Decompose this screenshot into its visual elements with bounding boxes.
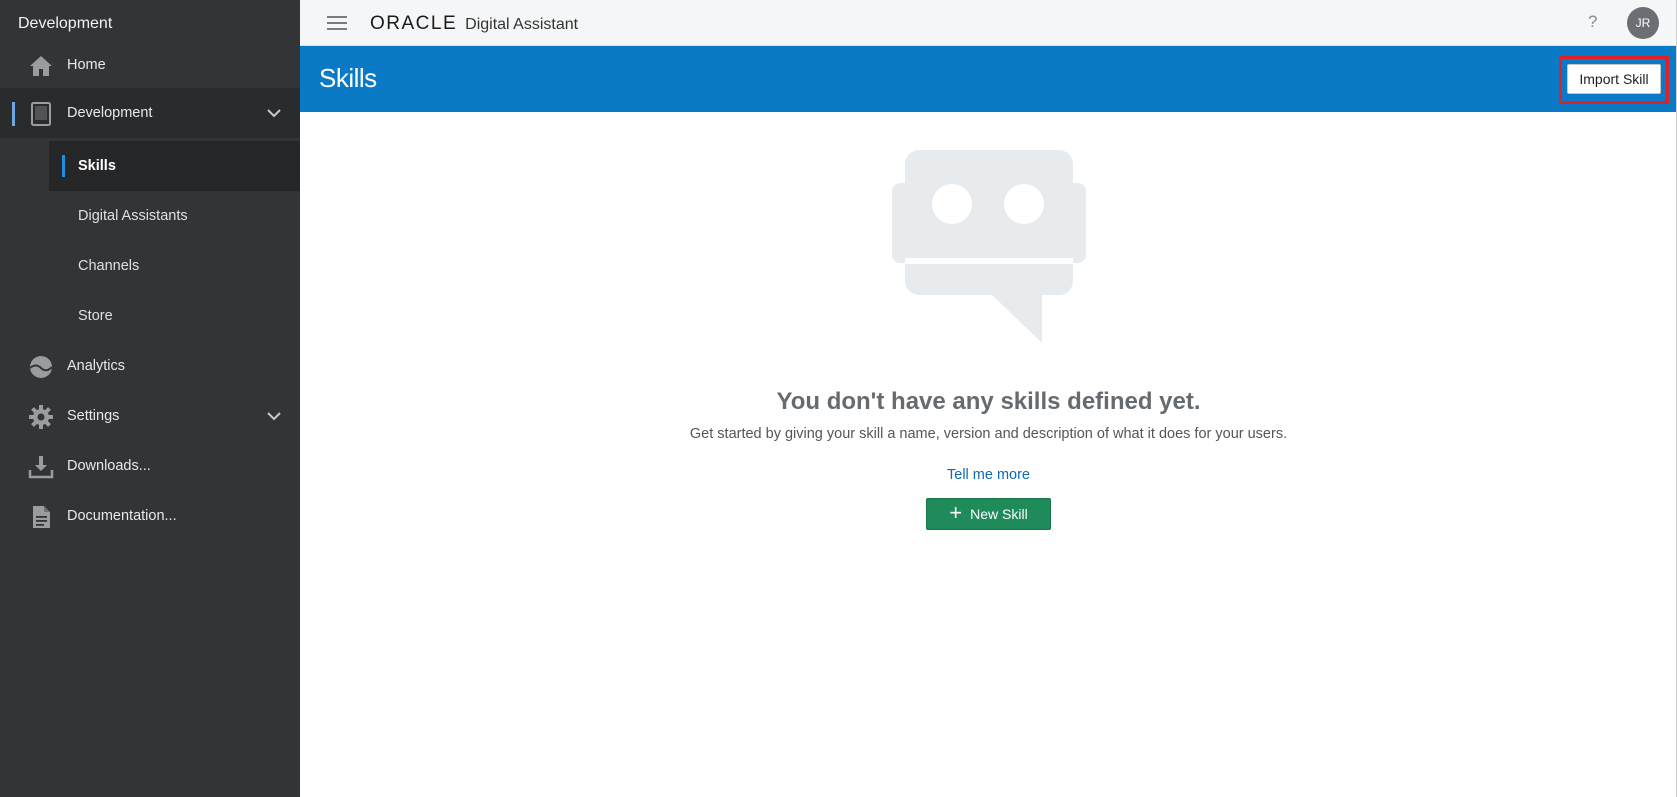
robot-chat-illustration [892, 150, 1086, 346]
empty-state-description: Get started by giving your skill a name,… [689, 426, 1288, 442]
sidebar-subitem-channels[interactable]: Channels [0, 241, 300, 291]
import-skill-button[interactable]: Import Skill [1567, 64, 1661, 94]
sidebar-subitem-label: Digital Assistants [78, 208, 188, 224]
tell-me-more-link[interactable]: Tell me more [300, 467, 1677, 483]
sidebar-item-documentation[interactable]: Documentation... [0, 491, 300, 541]
tablet-icon [28, 101, 54, 127]
sidebar-item-development[interactable]: Development [0, 88, 300, 138]
document-icon [28, 504, 54, 530]
avatar[interactable]: JR [1627, 7, 1659, 39]
sidebar-subitem-skills[interactable]: Skills [49, 141, 300, 191]
help-icon[interactable]: ? [1588, 12, 1597, 32]
sidebar-item-label: Documentation... [67, 508, 177, 524]
page-title: Skills [319, 63, 377, 93]
product-name: Digital Assistant [465, 16, 579, 33]
sidebar-item-label: Development [67, 105, 153, 121]
download-icon [28, 454, 54, 480]
chevron-down-icon[interactable] [266, 408, 282, 424]
top-header: ORACLE Digital Assistant ? JR [300, 0, 1677, 46]
page-titlebar: Skills Import Skill [300, 46, 1677, 112]
sidebar-item-analytics[interactable]: Analytics [0, 341, 300, 391]
plus-icon: + [949, 500, 963, 525]
sidebar-item-home[interactable]: Home [0, 40, 300, 90]
hamburger-menu-icon[interactable] [327, 16, 347, 30]
sidebar-item-label: Downloads... [67, 458, 151, 474]
brand-logo: ORACLE Digital Assistant [370, 13, 578, 35]
sidebar-subitem-label: Store [78, 308, 113, 324]
sidebar-subitem-store[interactable]: Store [0, 291, 300, 341]
sidebar-item-label: Analytics [67, 358, 126, 374]
sidebar-subitem-digital-assistants[interactable]: Digital Assistants [0, 191, 300, 241]
new-skill-label: New Skill [970, 506, 1028, 522]
gear-icon [28, 404, 54, 430]
empty-state-heading: You don't have any skills defined yet. [776, 388, 1201, 415]
sidebar-item-label: Settings [67, 408, 120, 424]
chevron-down-icon[interactable] [266, 105, 282, 121]
sidebar: Development Home Development Skills Digi… [0, 0, 300, 797]
sidebar-item-downloads[interactable]: Downloads... [0, 441, 300, 491]
analytics-icon [28, 354, 54, 380]
sidebar-item-label: Home [67, 57, 106, 73]
sidebar-item-settings[interactable]: Settings [0, 391, 300, 441]
sidebar-subitem-label: Skills [78, 158, 116, 174]
new-skill-button[interactable]: + New Skill [926, 498, 1051, 530]
oracle-logo: ORACLE [370, 13, 458, 34]
home-icon [28, 53, 54, 79]
sidebar-subitem-label: Channels [78, 258, 140, 274]
